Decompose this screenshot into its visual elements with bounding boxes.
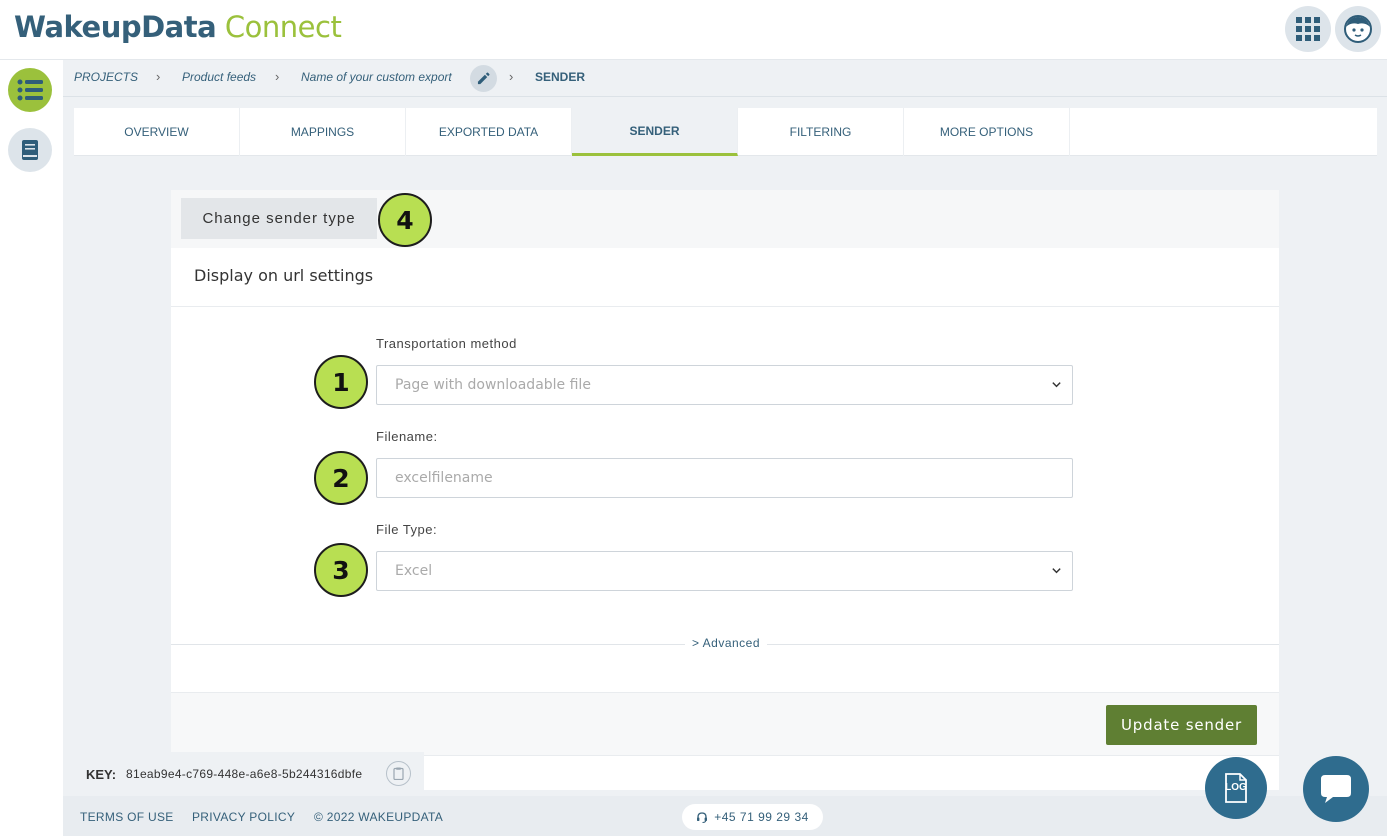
divider	[171, 306, 1279, 307]
terms-link[interactable]: TERMS OF USE	[80, 810, 174, 824]
step-badge-4: 4	[378, 193, 432, 247]
tab-more-options[interactable]: MORE OPTIONS	[904, 108, 1070, 156]
privacy-link[interactable]: PRIVACY POLICY	[192, 810, 295, 824]
filename-label: Filename:	[376, 429, 438, 444]
chevron-right-icon: ›	[156, 69, 161, 84]
phone-number: +45 71 99 29 34	[714, 810, 809, 824]
pencil-icon	[477, 72, 490, 85]
chevron-down-icon	[1052, 382, 1061, 388]
step-badge-1: 1	[314, 355, 368, 409]
chevron-right-icon: ›	[509, 69, 514, 84]
support-phone[interactable]: +45 71 99 29 34	[682, 804, 823, 830]
sidebar-item-docs[interactable]	[8, 128, 52, 172]
panel-toolbar: Change sender type 4	[171, 190, 1279, 248]
clipboard-icon	[393, 767, 404, 780]
update-sender-button[interactable]: Update sender	[1106, 705, 1257, 745]
chevron-right-icon: ›	[275, 69, 280, 84]
step-badge-3: 3	[314, 543, 368, 597]
transport-label: Transportation method	[376, 336, 517, 351]
copy-key-button[interactable]	[386, 761, 411, 786]
logo-primary: WakeupData	[14, 10, 217, 44]
change-sender-type-button[interactable]: Change sender type	[181, 198, 377, 239]
tab-sender[interactable]: SENDER	[572, 108, 738, 156]
log-label: LOG	[1225, 782, 1247, 793]
chat-bubble-icon	[1321, 775, 1351, 803]
copyright-text: © 2022 WAKEUPDATA	[314, 810, 444, 824]
headset-icon	[697, 812, 708, 823]
api-key-bar: KEY: 81eab9e4-c769-448e-a6e8-5b244316dbf…	[74, 752, 424, 794]
logo-secondary: Connect	[224, 10, 342, 44]
breadcrumb-current: SENDER	[535, 70, 586, 84]
main-area: PROJECTS › Product feeds › Name of your …	[63, 60, 1387, 836]
filetype-value: Excel	[395, 563, 433, 579]
tab-bar: OVERVIEW MAPPINGS EXPORTED DATA SENDER F…	[74, 108, 1377, 156]
step-badge-2: 2	[314, 451, 368, 505]
filetype-label: File Type:	[376, 522, 438, 537]
advanced-toggle[interactable]: > Advanced	[685, 636, 767, 650]
sidebar-item-projects[interactable]	[8, 68, 52, 112]
tab-filtering[interactable]: FILTERING	[738, 108, 904, 156]
tab-mappings[interactable]: MAPPINGS	[240, 108, 406, 156]
sender-panel: Change sender type 4 Display on url sett…	[171, 190, 1279, 790]
panel-footer: Update sender	[171, 692, 1279, 756]
apps-button[interactable]	[1285, 6, 1331, 52]
book-icon	[22, 140, 38, 160]
profile-button[interactable]	[1335, 6, 1381, 52]
section-title: Display on url settings	[194, 266, 374, 285]
grid-icon	[1296, 17, 1320, 41]
left-rail	[0, 60, 63, 836]
log-button[interactable]: LOG	[1205, 757, 1267, 819]
breadcrumb-product-feeds[interactable]: Product feeds	[182, 70, 256, 84]
chat-button[interactable]	[1303, 756, 1369, 822]
advanced-toggle-row: > Advanced	[171, 636, 1279, 652]
avatar-face-icon	[1344, 15, 1372, 43]
filename-input[interactable]: excelfilename	[376, 458, 1073, 498]
logo[interactable]: WakeupData Connect	[14, 10, 342, 44]
key-value: 81eab9e4-c769-448e-a6e8-5b244316dbfe	[126, 767, 363, 781]
transport-method-value: Page with downloadable file	[395, 377, 591, 393]
list-icon	[17, 79, 43, 101]
key-label: KEY:	[86, 767, 117, 782]
edit-name-button[interactable]	[470, 65, 497, 92]
breadcrumb-export-name[interactable]: Name of your custom export	[301, 70, 452, 84]
footer: TERMS OF USE PRIVACY POLICY © 2022 WAKEU…	[63, 796, 1387, 836]
tab-overview[interactable]: OVERVIEW	[74, 108, 240, 156]
filetype-select[interactable]: Excel	[376, 551, 1073, 591]
breadcrumb: PROJECTS › Product feeds › Name of your …	[63, 60, 1387, 97]
tab-exported-data[interactable]: EXPORTED DATA	[406, 108, 572, 156]
breadcrumb-projects[interactable]: PROJECTS	[74, 70, 138, 84]
transport-method-select[interactable]: Page with downloadable file	[376, 365, 1073, 405]
top-bar: WakeupData Connect	[0, 0, 1387, 60]
filename-placeholder: excelfilename	[395, 470, 493, 486]
chevron-down-icon	[1052, 568, 1061, 574]
